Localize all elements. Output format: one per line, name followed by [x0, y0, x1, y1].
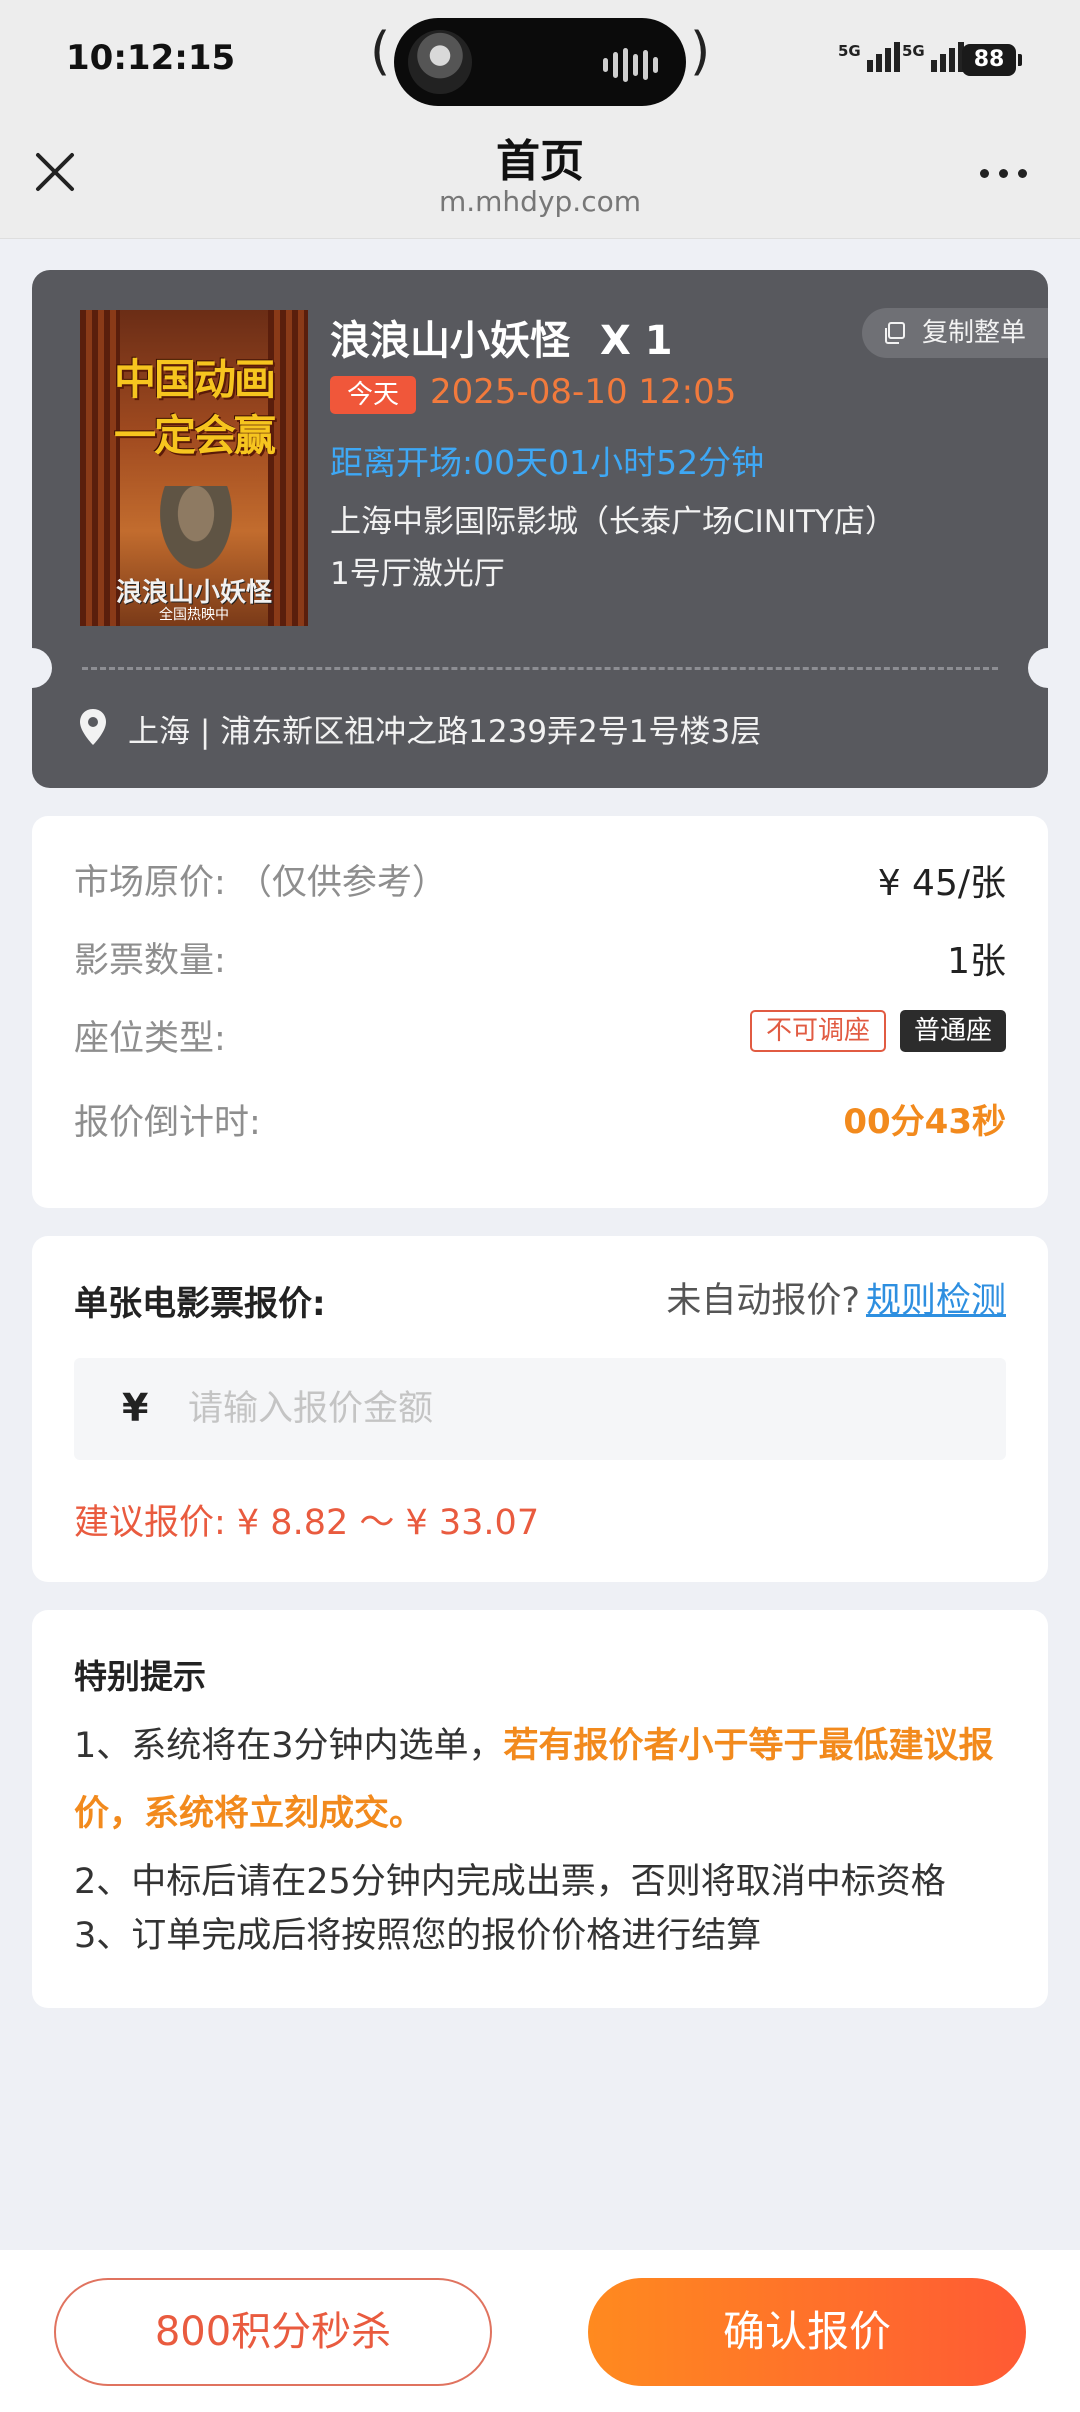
- copy-order-label: 复制整单: [922, 318, 1027, 348]
- confirm-quote-button[interactable]: 确认报价: [588, 2278, 1026, 2386]
- tip-1: 1、系统将在3分钟内选单，若有报价者小于等于最低建议报价，系统将立刻成交。: [74, 1712, 1024, 1848]
- movie-title-text: 浪浪山小妖怪: [330, 318, 570, 364]
- ticket-notch-right: [1028, 648, 1048, 688]
- movie-poster: 中国动画 一定会赢 浪浪山小妖怪 全国热映中: [80, 310, 308, 626]
- today-badge: 今天: [330, 376, 416, 414]
- ticket-card: 中国动画 一定会赢 浪浪山小妖怪 全国热映中 浪浪山小妖怪 X 1 复制整单 今天…: [32, 270, 1048, 788]
- cinema-name: 上海中影国际影城（长泰广场CINITY店）: [330, 504, 896, 540]
- points-seckill-button[interactable]: 800积分秒杀: [54, 2278, 492, 2386]
- market-price-row: 市场原价: （仅供参考） ¥ 45/张: [74, 854, 1006, 904]
- bottom-action-bar: 800积分秒杀 确认报价: [0, 2250, 1080, 2412]
- tip-3: 3、订单完成后将按照您的报价价格进行结算: [74, 1916, 762, 1956]
- price-input-box[interactable]: ¥: [74, 1358, 1006, 1460]
- audio-wave-icon: [603, 48, 658, 82]
- start-countdown: 距离开场:00天01小时52分钟: [330, 443, 765, 482]
- battery-icon: 88: [962, 44, 1022, 76]
- signal-icon-2: 5G: [902, 42, 964, 72]
- order-info-card: 市场原价: （仅供参考） ¥ 45/张 影票数量: 1张 座位类型: 不可调座 …: [32, 816, 1048, 1208]
- island-left-bracket: (: [370, 22, 391, 82]
- signal-icon: 5G: [838, 42, 900, 72]
- page-url: m.mhdyp.com: [438, 185, 641, 218]
- status-bar: 10:12:15 ( ) 5G 5G 88: [0, 0, 1080, 125]
- tip-2: 2、中标后请在25分钟内完成出票，否则将取消中标资格: [74, 1862, 946, 1902]
- dynamic-island[interactable]: [394, 18, 686, 106]
- seat-type-tags: 不可调座 普通座: [749, 1010, 1006, 1052]
- quote-card: 单张电影票报价: 未自动报价?规则检测 ¥ 建议报价: ¥ 8.82 ～ ¥ 3…: [32, 1236, 1048, 1582]
- hall-name: 1号厅激光厅: [330, 556, 505, 592]
- island-right-bracket: ): [690, 22, 711, 82]
- movie-title: 浪浪山小妖怪 X 1: [330, 308, 673, 366]
- ticket-quantity: X 1: [600, 318, 673, 364]
- ticket-count-label: 影票数量:: [74, 941, 226, 981]
- ticket-count-value: 1张: [947, 941, 1006, 982]
- show-time: 2025-08-10 12:05: [430, 372, 737, 412]
- poster-headline: 中国动画 一定会赢: [88, 352, 300, 464]
- signal-label-2: 5G: [902, 42, 925, 60]
- ticket-count-row: 影票数量: 1张: [74, 932, 1006, 982]
- market-price-label: 市场原价: （仅供参考）: [74, 863, 447, 903]
- poster-headline-line2: 一定会赢: [113, 411, 276, 460]
- poster-character: [154, 486, 238, 578]
- signal-label-1: 5G: [838, 42, 861, 60]
- ticket-divider: [82, 667, 998, 670]
- suggested-price: 建议报价: ¥ 8.82 ～ ¥ 33.07: [74, 1503, 540, 1543]
- ticket-notch-left: [32, 648, 52, 688]
- copy-order-button[interactable]: 复制整单: [862, 308, 1048, 358]
- seat-tag-fixed: 不可调座: [749, 1010, 886, 1052]
- quote-countdown-label: 报价倒计时:: [74, 1103, 261, 1143]
- price-input[interactable]: [188, 1376, 968, 1442]
- rule-check-link[interactable]: 规则检测: [866, 1281, 1006, 1321]
- copy-icon: [885, 322, 905, 344]
- poster-headline-line1: 中国动画: [113, 355, 276, 404]
- nav-bar: 首页 m.mhdyp.com: [0, 125, 1080, 239]
- auto-quote-help-text: 未自动报价?: [666, 1281, 860, 1321]
- cinema-address[interactable]: 上海 | 浦东新区祖冲之路1239弄2号1号楼3层: [128, 706, 761, 751]
- seat-type-label: 座位类型:: [74, 1019, 226, 1059]
- location-pin-icon: [80, 709, 106, 745]
- status-time: 10:12:15: [66, 38, 236, 78]
- tip-1-text: 1、系统将在3分钟内选单，: [74, 1726, 504, 1766]
- page-title: 首页: [496, 136, 584, 187]
- quote-label: 单张电影票报价:: [74, 1284, 326, 1324]
- special-tips-card: 特别提示 1、系统将在3分钟内选单，若有报价者小于等于最低建议报价，系统将立刻成…: [32, 1610, 1048, 2008]
- tips-title: 特别提示: [74, 1657, 206, 1696]
- poster-subtitle: 全国热映中: [159, 607, 229, 623]
- avatar: [408, 30, 472, 94]
- quote-countdown-value: 00分43秒: [843, 1102, 1006, 1142]
- auto-quote-help: 未自动报价? 规则检测: [666, 1272, 1006, 1323]
- quote-countdown-row: 报价倒计时: 00分43秒: [74, 1094, 1006, 1144]
- more-icon[interactable]: [980, 169, 1027, 178]
- seat-type-row: 座位类型: 不可调座 普通座: [74, 1010, 1006, 1060]
- market-price-value: ¥ 45/张: [877, 863, 1006, 904]
- seat-tag-normal: 普通座: [899, 1010, 1006, 1052]
- currency-symbol: ¥: [122, 1386, 149, 1430]
